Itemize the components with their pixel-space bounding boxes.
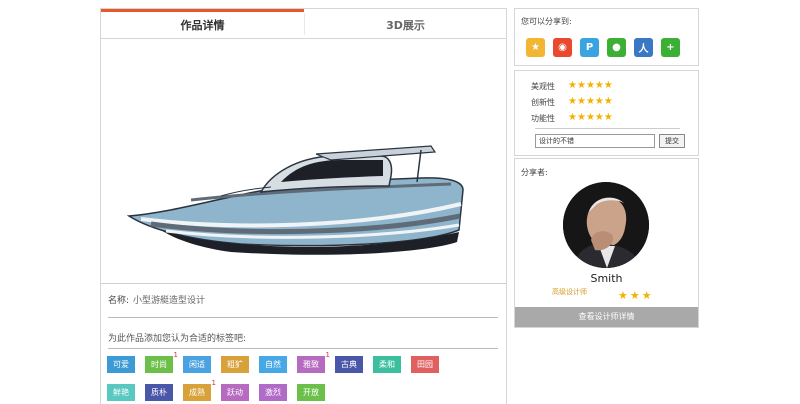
tag-label: 质朴 bbox=[151, 388, 167, 397]
yacht-image bbox=[101, 40, 506, 284]
designer-photo bbox=[563, 182, 649, 268]
rating-label: 创新性 bbox=[531, 98, 555, 107]
tag-button[interactable]: 开放 bbox=[297, 384, 325, 401]
divider bbox=[108, 317, 498, 318]
tag-label: 激烈 bbox=[265, 388, 281, 397]
tag-label: 田园 bbox=[417, 360, 433, 369]
tag-button[interactable]: 激烈 bbox=[259, 384, 287, 401]
tag-label: 时尚 bbox=[151, 360, 167, 369]
tag-label: 雅致 bbox=[303, 360, 319, 369]
tab-3d-view[interactable]: 3D展示 bbox=[304, 9, 507, 39]
star-icon: ★ bbox=[641, 289, 652, 302]
star-icon[interactable]: ★ bbox=[604, 112, 613, 123]
tag-count-badge: 1 bbox=[173, 351, 178, 359]
work-name-value: 小型游艇造型设计 bbox=[133, 296, 206, 306]
more-icon[interactable]: + bbox=[661, 38, 680, 57]
sharer-rating: ★ ★ ★ bbox=[618, 284, 654, 303]
star-icon[interactable]: ★ bbox=[577, 96, 586, 107]
tab-work-details[interactable]: 作品详情 bbox=[101, 9, 304, 39]
tag-button[interactable]: 时尚 1 bbox=[145, 351, 178, 373]
wechat-icon[interactable]: ● bbox=[607, 38, 626, 57]
star-icon: ★ bbox=[618, 289, 628, 302]
yacht-illustration bbox=[126, 145, 464, 255]
weibo-icon[interactable]: ◉ bbox=[553, 38, 572, 57]
star-icon[interactable]: ★ bbox=[577, 112, 586, 123]
share-title: 您可以分享到: bbox=[521, 17, 572, 26]
tag-label: 粗犷 bbox=[227, 360, 243, 369]
sharer-panel: 分享者: Smith 高级设计师 ★ ★ ★ 查看设计师详情 bbox=[514, 158, 699, 328]
divider bbox=[535, 128, 680, 129]
tag-count-badge: 1 bbox=[325, 351, 330, 359]
tag-label: 可爱 bbox=[113, 360, 129, 369]
star-icon[interactable]: ★ bbox=[586, 80, 595, 91]
tag-button[interactable]: 田园 bbox=[411, 356, 439, 373]
tag-button[interactable]: 自然 bbox=[259, 356, 287, 373]
share-panel: 您可以分享到: ★ ◉ P ● 人 + bbox=[514, 8, 699, 66]
star-icon[interactable]: ★ bbox=[595, 112, 604, 123]
tag-button[interactable]: 闲适 bbox=[183, 356, 211, 373]
star-icon[interactable]: ★ bbox=[595, 96, 604, 107]
tag-label: 闲适 bbox=[189, 360, 205, 369]
star-rating: ★★★★★ bbox=[568, 96, 613, 107]
tag-button[interactable]: 柔和 bbox=[373, 356, 401, 373]
work-name-row: 名称: 小型游艇造型设计 bbox=[108, 293, 498, 306]
tag-button[interactable]: 古典 bbox=[335, 356, 363, 373]
tag-button[interactable]: 质朴 bbox=[145, 384, 173, 401]
rating-label: 美观性 bbox=[531, 82, 555, 91]
work-name-label: 名称: bbox=[108, 296, 130, 306]
comment-input[interactable] bbox=[535, 134, 655, 148]
star-rating: ★★★★★ bbox=[568, 112, 613, 123]
star-icon[interactable]: ★ bbox=[577, 80, 586, 91]
tag-label: 鲜艳 bbox=[113, 388, 129, 397]
star-icon[interactable]: ★ bbox=[568, 80, 577, 91]
sharer-label: 分享者: bbox=[521, 168, 548, 177]
sharer-title: 高级设计师 bbox=[552, 288, 587, 296]
tag-label: 成熟 bbox=[189, 388, 205, 397]
view-designer-details-button[interactable]: 查看设计师详情 bbox=[515, 307, 698, 327]
tencent-weibo-icon[interactable]: P bbox=[580, 38, 599, 57]
star-icon[interactable]: ★ bbox=[604, 96, 613, 107]
tag-button[interactable]: 成熟 1 bbox=[183, 379, 216, 401]
tag-label: 自然 bbox=[265, 360, 281, 369]
tag-prompt: 为此作品添加您认为合适的标签吧: bbox=[108, 334, 247, 344]
tag-button[interactable]: 可爱 bbox=[107, 356, 135, 373]
star-icon: ★ bbox=[629, 289, 640, 302]
avatar[interactable] bbox=[563, 182, 649, 268]
tag-label: 跃动 bbox=[227, 388, 243, 397]
star-icon[interactable]: ★ bbox=[595, 80, 604, 91]
rating-label: 功能性 bbox=[531, 114, 555, 123]
tag-count-badge: 1 bbox=[211, 379, 216, 387]
renren-icon[interactable]: 人 bbox=[634, 38, 653, 57]
star-icon[interactable]: ★ bbox=[568, 96, 577, 107]
star-icon[interactable]: ★ bbox=[586, 96, 595, 107]
qzone-icon[interactable]: ★ bbox=[526, 38, 545, 57]
star-icon[interactable]: ★ bbox=[604, 80, 613, 91]
sharer-name[interactable]: Smith bbox=[515, 272, 698, 285]
submit-button[interactable]: 提交 bbox=[659, 134, 685, 148]
tag-label: 开放 bbox=[303, 388, 319, 397]
tab-bar: 作品详情 3D展示 bbox=[101, 9, 506, 39]
star-icon[interactable]: ★ bbox=[586, 112, 595, 123]
tag-button[interactable]: 粗犷 bbox=[221, 356, 249, 373]
divider bbox=[108, 348, 498, 349]
work-detail-panel: 作品详情 3D展示 名称: 小型游艇造型设计 为此作品添加您认为合适的标签吧: … bbox=[100, 8, 507, 404]
rating-panel: 美观性★★★★★创新性★★★★★功能性★★★★★ 提交 bbox=[514, 70, 699, 156]
tag-button[interactable]: 雅致 1 bbox=[297, 351, 330, 373]
star-icon[interactable]: ★ bbox=[568, 112, 577, 123]
star-rating: ★★★★★ bbox=[568, 80, 613, 91]
tag-label: 柔和 bbox=[379, 360, 395, 369]
tag-label: 古典 bbox=[341, 360, 357, 369]
tag-button[interactable]: 鲜艳 bbox=[107, 384, 135, 401]
tag-button[interactable]: 跃动 bbox=[221, 384, 249, 401]
